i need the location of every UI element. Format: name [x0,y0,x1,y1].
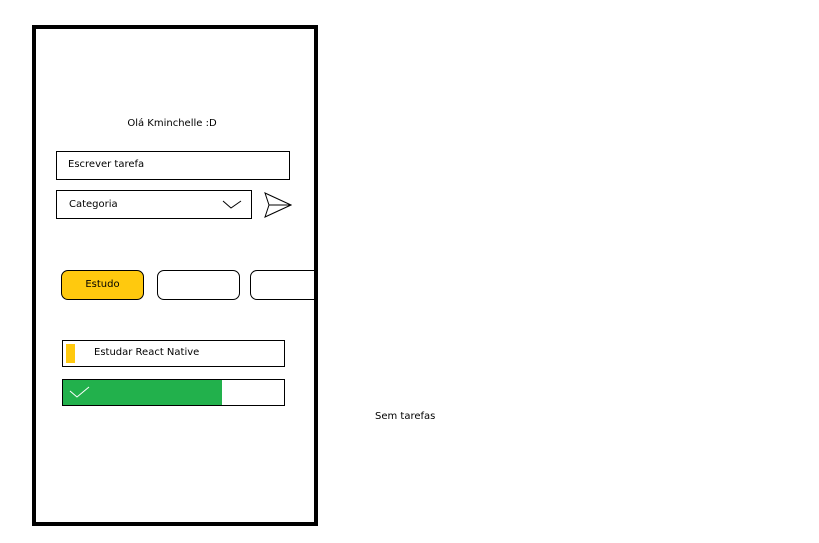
check-icon [69,386,90,398]
category-chip-empty-2[interactable] [250,270,314,300]
greeting-text: Olá Kminchelle :D [127,118,217,129]
task-item-label: Estudar React Native [94,347,200,358]
category-chip-estudo[interactable]: Estudo [61,270,144,300]
category-chip-label: Estudo [85,279,120,290]
category-select[interactable]: Categoria [56,190,252,219]
empty-state-text: Sem tarefas [375,411,436,422]
chevron-down-icon [222,200,242,209]
task-input[interactable]: Escrever tarefa [56,151,290,180]
task-category-marker [66,344,75,363]
task-item[interactable]: Estudar React Native [62,340,285,367]
category-chips: Estudo [36,270,314,304]
category-chip-empty-1[interactable] [157,270,240,300]
send-triangle-icon[interactable] [264,192,292,218]
task-input-placeholder: Escrever tarefa [68,159,145,170]
task-progress-bar [62,379,285,406]
category-select-label: Categoria [69,199,118,210]
phone-frame: Olá Kminchelle :D Escrever tarefa Catego… [32,25,318,526]
